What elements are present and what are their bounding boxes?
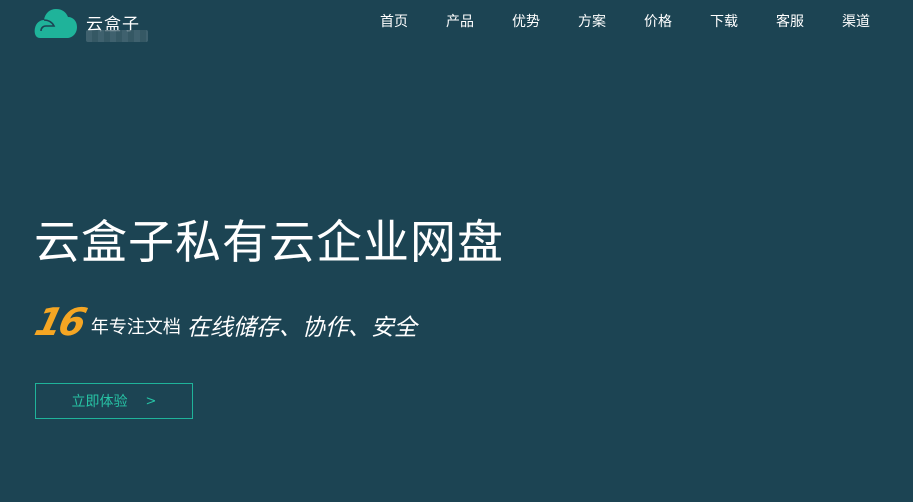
chevron-right-icon: >: [145, 393, 157, 409]
nav-item-pricing[interactable]: 价格: [625, 11, 691, 31]
hero-slogan: 在线储存、协作、安全: [186, 315, 417, 341]
nav-item-download[interactable]: 下载: [691, 11, 757, 31]
nav-item-home[interactable]: 首页: [361, 11, 427, 31]
hero-title: 云盒子私有云企业网盘: [34, 215, 504, 269]
page: 云盒子 首页 产品 优势 方案 价格 下载 客服 渠道 云盒子私有云企业网盘 1…: [0, 0, 913, 502]
years-label: 年专注文档: [90, 317, 181, 338]
hero-tagline: 16 年专注文档 在线储存、协作、安全: [31, 300, 417, 344]
main-nav: 首页 产品 优势 方案 价格 下载 客服 渠道: [361, 11, 889, 31]
brand-logo[interactable]: 云盒子: [34, 6, 154, 42]
nav-item-support[interactable]: 客服: [757, 11, 823, 31]
years-number: 16: [30, 300, 89, 344]
cloud-logo-icon: [34, 9, 77, 38]
nav-item-products[interactable]: 产品: [427, 11, 493, 31]
nav-item-solutions[interactable]: 方案: [559, 11, 625, 31]
site-header: 云盒子 首页 产品 优势 方案 价格 下载 客服 渠道: [0, 0, 913, 42]
brand-subtitle-blurred: [86, 30, 148, 42]
nav-item-advantages[interactable]: 优势: [493, 11, 559, 31]
try-now-button[interactable]: 立即体验 >: [35, 383, 193, 419]
try-now-label: 立即体验: [71, 394, 128, 410]
nav-item-channels[interactable]: 渠道: [823, 11, 889, 31]
